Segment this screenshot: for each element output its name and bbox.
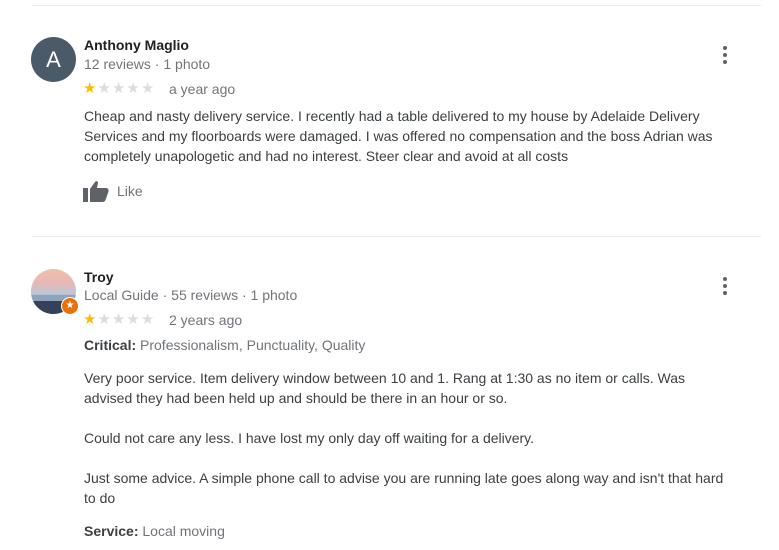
more-options-button[interactable] bbox=[718, 275, 732, 297]
review-text: Very poor service. Item delivery window … bbox=[84, 368, 764, 508]
more-vert-icon bbox=[723, 46, 727, 50]
reviewer-meta[interactable]: 12 reviews · 1 photo bbox=[84, 56, 210, 72]
critical-attributes: Critical: Professionalism, Punctuality, … bbox=[84, 337, 365, 353]
review-text: Cheap and nasty delivery service. I rece… bbox=[84, 106, 764, 166]
more-vert-icon bbox=[723, 277, 727, 281]
review-text-line: Cheap and nasty delivery service. I rece… bbox=[84, 108, 700, 124]
star-filled-icon: ★ bbox=[83, 80, 97, 97]
avatar[interactable]: A bbox=[31, 37, 76, 82]
service-value: Local moving bbox=[142, 523, 225, 539]
review-text-line: to do bbox=[84, 490, 116, 506]
star-empty-icon: ★ bbox=[111, 311, 126, 328]
reviewer-name[interactable]: Anthony Maglio bbox=[84, 37, 189, 53]
reviewer-name[interactable]: Troy bbox=[84, 269, 114, 285]
top-divider bbox=[32, 5, 761, 6]
service-label: Service: bbox=[84, 523, 139, 539]
review-text-line: Could not care any less. I have lost my … bbox=[84, 430, 535, 446]
thumbs-up-icon bbox=[83, 181, 109, 202]
more-options-button[interactable] bbox=[718, 44, 732, 66]
star-filled-icon: ★ bbox=[83, 311, 97, 328]
like-button[interactable]: Like bbox=[83, 180, 143, 202]
star-empty-icon: ★ bbox=[126, 311, 140, 328]
star-empty-icon: ★ bbox=[97, 80, 111, 97]
review-divider bbox=[32, 236, 761, 237]
avatar[interactable]: ★ bbox=[31, 269, 79, 315]
review-text-line: Just some advice. A simple phone call to… bbox=[84, 470, 724, 486]
star-empty-icon: ★ bbox=[126, 80, 140, 97]
review-text-line bbox=[84, 408, 764, 428]
critical-label: Critical: bbox=[84, 337, 137, 353]
star-rating: ★ ★ ★ ★ ★ bbox=[83, 312, 154, 327]
star-empty-icon: ★ bbox=[140, 80, 155, 97]
like-label: Like bbox=[117, 183, 143, 199]
critical-value: Professionalism, Punctuality, Quality bbox=[140, 337, 366, 353]
star-empty-icon: ★ bbox=[111, 80, 126, 97]
star-empty-icon: ★ bbox=[97, 311, 111, 328]
review-text-line: completely unapologetic and had no inter… bbox=[84, 148, 569, 164]
local-guide-badge-icon: ★ bbox=[61, 297, 79, 315]
review-text-line bbox=[84, 448, 764, 468]
reviewer-meta[interactable]: Local Guide · 55 reviews · 1 photo bbox=[84, 287, 297, 303]
star-empty-icon: ★ bbox=[140, 311, 155, 328]
review-date: a year ago bbox=[169, 81, 236, 97]
review-text-line: advised they had been held up and should… bbox=[84, 390, 508, 406]
review-text-line: Services and my floorboards were damaged… bbox=[84, 128, 713, 144]
review-text-line: Very poor service. Item delivery window … bbox=[84, 370, 686, 386]
star-rating: ★ ★ ★ ★ ★ bbox=[83, 81, 154, 96]
review-date: 2 years ago bbox=[169, 312, 243, 328]
service-attribute: Service: Local moving bbox=[84, 523, 225, 539]
avatar-letter: A bbox=[46, 46, 61, 72]
